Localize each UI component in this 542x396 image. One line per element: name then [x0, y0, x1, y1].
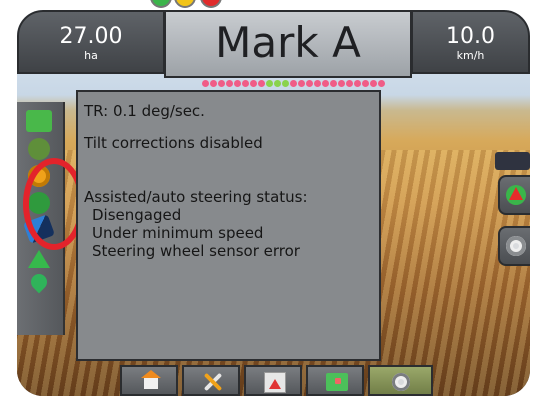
liquid-drop-icon[interactable] — [27, 270, 51, 294]
lightbar-led — [306, 80, 313, 87]
guidance-arrow-icon[interactable] — [28, 250, 50, 268]
marker-icon — [326, 373, 348, 391]
map-view-icon — [264, 372, 286, 393]
steering-status-heading: Assisted/auto steering status: — [84, 188, 308, 206]
title-box[interactable]: Mark A — [164, 10, 412, 78]
lightbar-led — [234, 80, 241, 87]
lightbar-led — [346, 80, 353, 87]
lightbar-led — [370, 80, 377, 87]
tilt-status-text: Tilt corrections disabled — [84, 134, 263, 152]
area-value: 27.00 — [59, 24, 123, 49]
view-button[interactable] — [498, 226, 530, 266]
marker-button[interactable] — [306, 365, 364, 396]
green-status-icon — [150, 0, 172, 8]
steering-status-line: Disengaged — [92, 206, 182, 224]
lightbar-led — [250, 80, 257, 87]
lightbar-led — [258, 80, 265, 87]
lightbar-led — [354, 80, 361, 87]
compass-north-icon — [506, 185, 526, 205]
vehicle-icon[interactable] — [28, 138, 50, 160]
lightbar-led — [378, 80, 385, 87]
map-view-button[interactable] — [244, 365, 302, 396]
lightbar-led — [314, 80, 321, 87]
area-unit: ha — [84, 49, 98, 62]
camera-view-button[interactable] — [368, 365, 433, 396]
home-icon — [141, 370, 161, 389]
lightbar-led — [218, 80, 225, 87]
lightbar-led — [290, 80, 297, 87]
red-status-icon — [200, 0, 222, 8]
lightbar-led — [282, 80, 289, 87]
lightbar-led — [242, 80, 249, 87]
view-target-icon — [506, 236, 526, 256]
compass-button[interactable] — [498, 175, 530, 215]
combine-harvester-image — [495, 152, 530, 170]
speed-readout[interactable]: 10.0 km/h — [411, 10, 530, 74]
turn-rate-text: TR: 0.1 deg/sec. — [84, 102, 205, 120]
lightbar-led — [202, 80, 209, 87]
tools-button[interactable] — [182, 365, 240, 396]
lightbar-led — [266, 80, 273, 87]
lightbar-led — [274, 80, 281, 87]
lightbar-led — [338, 80, 345, 87]
yellow-status-icon — [174, 0, 196, 8]
lightbar-led — [322, 80, 329, 87]
area-readout[interactable]: 27.00 ha — [17, 10, 165, 74]
lightbar-led — [362, 80, 369, 87]
bottom-nav — [120, 365, 433, 396]
steering-status-line: Steering wheel sensor error — [92, 242, 300, 260]
lightbar-led — [226, 80, 233, 87]
guidance-screen: 27.00 ha Mark A 10.0 km/h TR: 0.1 deg/se… — [17, 10, 530, 396]
lightbar — [202, 80, 386, 90]
lightbar-led — [298, 80, 305, 87]
speed-unit: km/h — [456, 49, 485, 62]
status-panel: TR: 0.1 deg/sec. Tilt corrections disabl… — [76, 90, 381, 361]
tools-icon — [203, 371, 223, 393]
implement-icon[interactable] — [26, 110, 52, 132]
home-button[interactable] — [120, 365, 178, 396]
lightbar-led — [330, 80, 337, 87]
lightbar-led — [210, 80, 217, 87]
view-target-icon — [392, 373, 410, 391]
steering-status-line: Under minimum speed — [92, 224, 264, 242]
speed-value: 10.0 — [446, 24, 495, 49]
mark-title: Mark A — [215, 18, 361, 67]
